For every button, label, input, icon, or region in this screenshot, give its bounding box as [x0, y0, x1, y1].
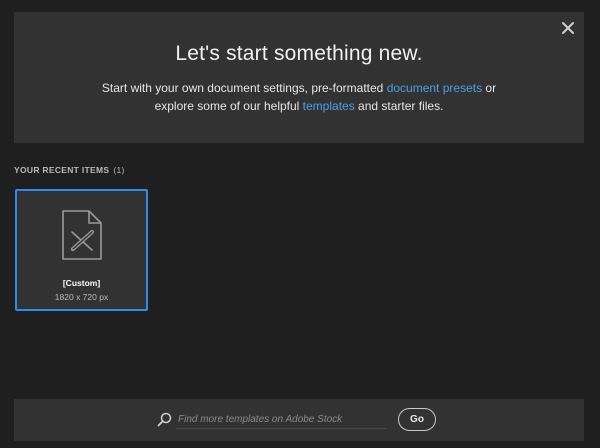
welcome-panel: Let's start something new. Start with yo… — [14, 12, 584, 143]
recent-item-size: 1820 x 720 px — [54, 292, 109, 302]
go-button[interactable]: Go — [398, 408, 436, 431]
document-presets-link[interactable]: document presets — [387, 81, 482, 95]
close-icon[interactable] — [560, 20, 576, 36]
recent-item-name: [Custom] — [62, 278, 101, 288]
description-text: and starter files. — [354, 99, 444, 113]
recent-items-label: YOUR RECENT ITEMS — [14, 165, 110, 175]
page-title: Let's start something new. — [175, 42, 423, 65]
document-illustrator-icon — [61, 209, 103, 261]
stock-search-bar: Go — [14, 399, 584, 441]
stock-search-input[interactable] — [176, 410, 386, 429]
description-text: Start with your own document settings, p… — [101, 81, 387, 95]
new-document-window: Let's start something new. Start with yo… — [0, 0, 600, 448]
search-icon — [157, 412, 172, 427]
recent-items-count: (1) — [113, 165, 125, 175]
description-text: explore some of our helpful — [154, 99, 303, 113]
welcome-description: Start with your own document settings, p… — [14, 79, 584, 115]
description-text: or — [482, 81, 497, 95]
templates-link[interactable]: templates — [303, 99, 355, 113]
recent-item-card[interactable]: [Custom] 1820 x 720 px — [15, 189, 148, 311]
recent-items-header: YOUR RECENT ITEMS (1) — [14, 165, 125, 175]
